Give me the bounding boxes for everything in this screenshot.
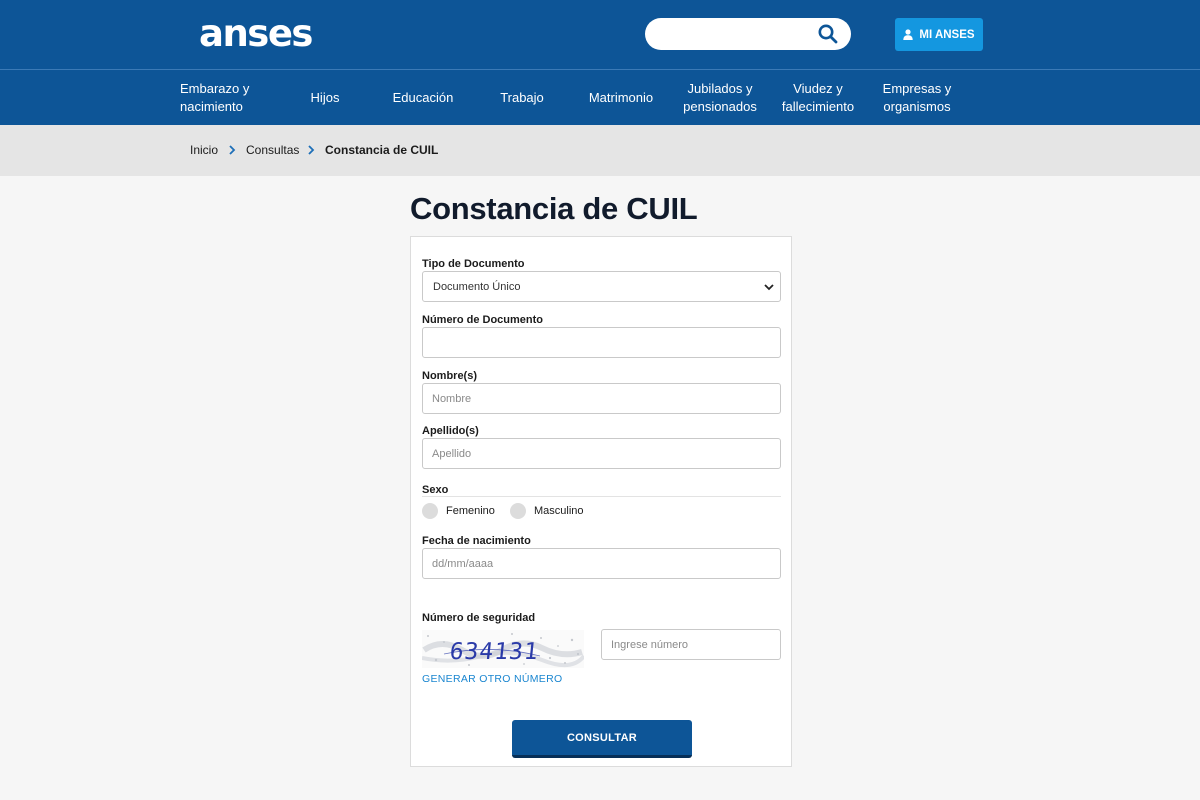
nombre-label: Nombre(s) xyxy=(422,370,478,382)
radio-femenino-label: Femenino xyxy=(446,505,495,517)
nombre-input[interactable] xyxy=(422,383,781,414)
captcha-image: 634131 xyxy=(422,630,584,668)
radio-circle[interactable] xyxy=(510,503,526,519)
sexo-label: Sexo xyxy=(422,484,449,496)
nav-item-matrimonio[interactable]: Matrimonio xyxy=(575,70,667,125)
generar-otro-numero-link[interactable]: GENERAR OTRO NÚMERO xyxy=(422,673,562,685)
top-header: anses MI ANSES xyxy=(0,0,1200,69)
radio-circle[interactable] xyxy=(422,503,438,519)
radio-masculino[interactable]: Masculino xyxy=(510,503,584,519)
mi-anses-label: MI ANSES xyxy=(919,28,975,41)
radio-masculino-label: Masculino xyxy=(534,505,584,517)
numero-documento-label: Número de Documento xyxy=(422,314,544,326)
tipo-documento-value: Documento Único xyxy=(433,280,521,293)
numero-documento-input[interactable] xyxy=(422,327,781,358)
tipo-documento-label: Tipo de Documento xyxy=(422,258,525,270)
captcha-text: 634131 xyxy=(448,639,540,665)
nav-item-hijos[interactable]: Hijos xyxy=(290,70,360,125)
radio-femenino[interactable]: Femenino xyxy=(422,503,495,519)
chevron-right-icon xyxy=(229,145,236,155)
main-nav: Embarazo y nacimiento Hijos Educación Tr… xyxy=(0,69,1200,125)
captcha-input[interactable] xyxy=(601,629,781,660)
fecha-nacimiento-label: Fecha de nacimiento xyxy=(422,535,531,547)
nav-item-empresas[interactable]: Empresas y organismos xyxy=(874,70,960,125)
nav-item-jubilados[interactable]: Jubilados y pensionados xyxy=(676,70,764,125)
mi-anses-button[interactable]: MI ANSES xyxy=(895,18,983,51)
apellido-label: Apellido(s) xyxy=(422,425,479,437)
cuil-form: Tipo de Documento Documento Único Número… xyxy=(410,236,792,767)
seguridad-label: Número de seguridad xyxy=(422,612,536,624)
page-title: Constancia de CUIL xyxy=(410,191,698,226)
search-icon[interactable] xyxy=(816,22,840,46)
breadcrumb-consultas[interactable]: Consultas xyxy=(246,143,299,157)
nav-item-embarazo[interactable]: Embarazo y nacimiento xyxy=(180,70,262,125)
user-icon xyxy=(903,29,914,40)
consultar-button[interactable]: CONSULTAR xyxy=(512,720,692,758)
fecha-nacimiento-input[interactable] xyxy=(422,548,781,579)
breadcrumb-current: Constancia de CUIL xyxy=(325,143,439,157)
tipo-documento-select[interactable]: Documento Único xyxy=(422,271,781,302)
breadcrumb: Inicio Consultas Constancia de CUIL xyxy=(0,125,1200,176)
sexo-divider xyxy=(422,496,781,497)
nav-item-viudez[interactable]: Viudez y fallecimiento xyxy=(772,70,864,125)
chevron-right-icon xyxy=(308,145,315,155)
breadcrumb-inicio[interactable]: Inicio xyxy=(190,143,218,157)
nav-item-trabajo[interactable]: Trabajo xyxy=(482,70,562,125)
nav-item-educacion[interactable]: Educación xyxy=(378,70,468,125)
chevron-down-icon xyxy=(764,284,774,291)
anses-logo[interactable]: anses xyxy=(199,12,313,55)
apellido-input[interactable] xyxy=(422,438,781,469)
